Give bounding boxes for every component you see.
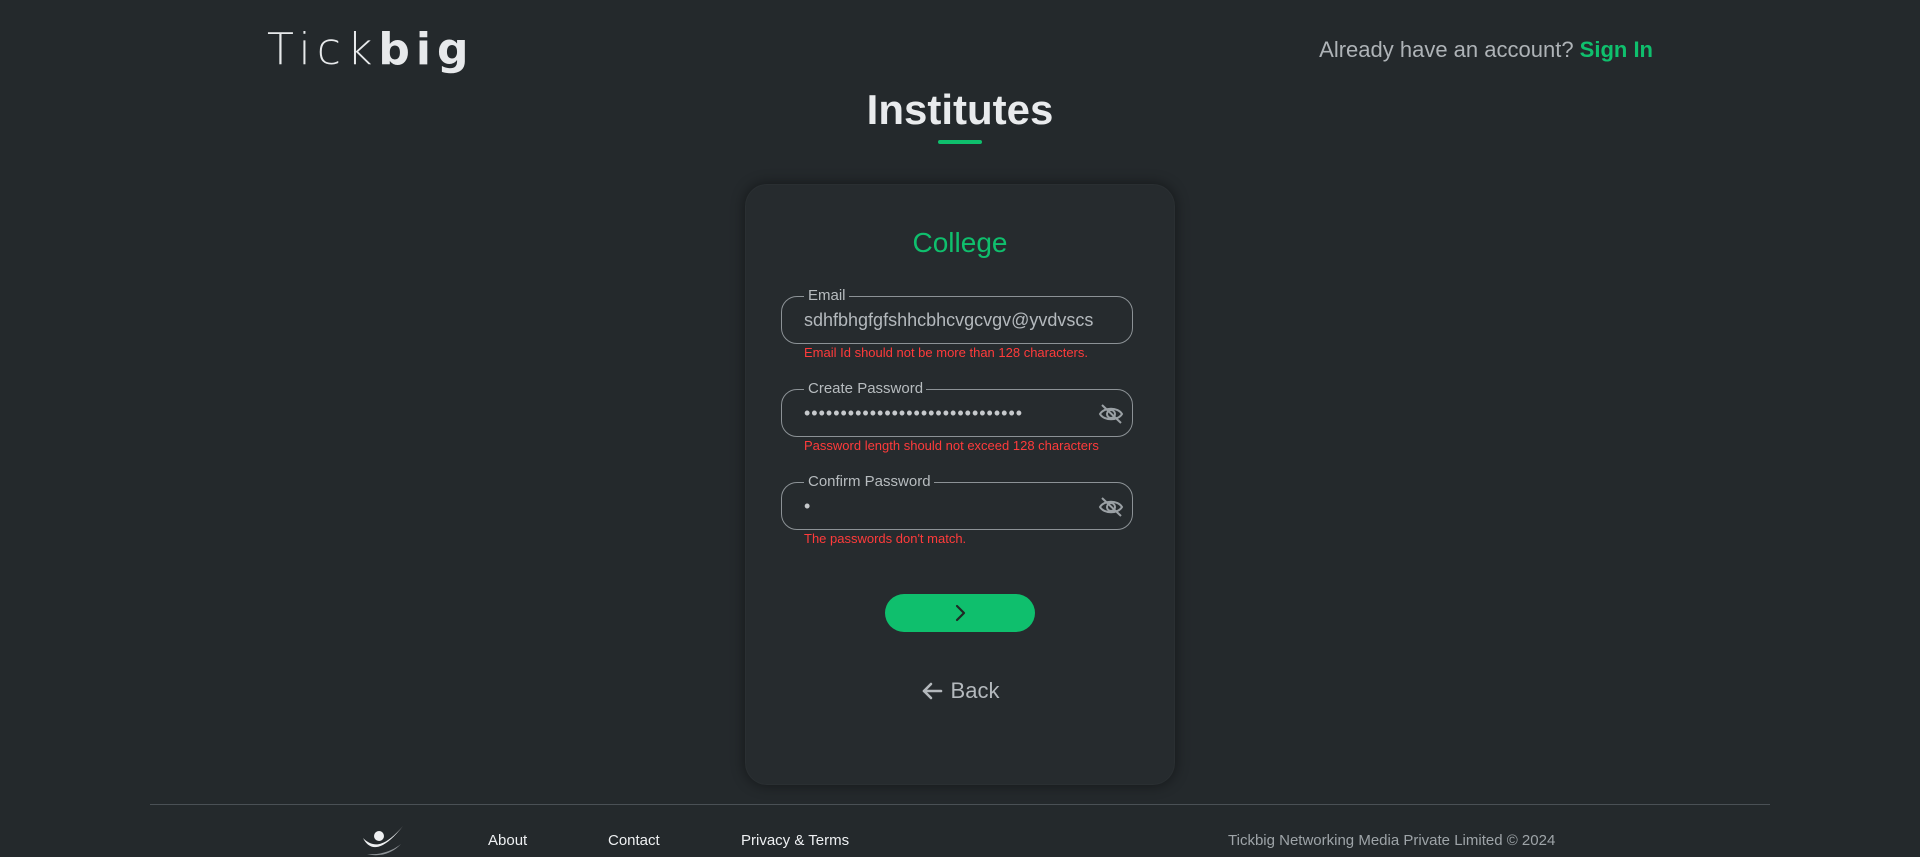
signin-prompt: Already have an account? Sign In — [1319, 37, 1653, 63]
chevron-right-icon — [955, 604, 966, 622]
confirm-password-field[interactable]: Confirm Password • — [781, 473, 1133, 530]
email-input[interactable] — [804, 308, 1104, 332]
confirm-password-input[interactable]: • — [804, 495, 1104, 517]
back-label: Back — [950, 678, 1000, 703]
logo-text-bold: big — [378, 24, 475, 75]
email-error: Email Id should not be more than 128 cha… — [804, 345, 1088, 360]
eye-off-icon[interactable] — [1098, 495, 1124, 519]
create-password-input[interactable]: •••••••••••••••••••••••••••••• — [804, 402, 1104, 424]
tickbig-logo[interactable]: Tickbig — [267, 24, 475, 76]
email-label: Email — [804, 287, 849, 305]
confirm-password-label: Confirm Password — [804, 473, 934, 491]
card-title: College — [912, 227, 1008, 258]
next-button[interactable] — [885, 594, 1035, 632]
signup-card: College Email Email Id should not be mor… — [745, 184, 1175, 785]
create-password-field[interactable]: Create Password ••••••••••••••••••••••••… — [781, 380, 1133, 437]
logo-text-light: Tick — [267, 24, 379, 75]
signin-prompt-text: Already have an account? — [1319, 37, 1580, 62]
page-title: Institutes — [866, 86, 1054, 133]
title-underline — [938, 140, 982, 144]
back-button[interactable]: Back — [745, 678, 1175, 704]
eye-off-icon[interactable] — [1098, 402, 1124, 426]
footer-link-privacy-terms[interactable]: Privacy & Terms — [741, 832, 849, 850]
confirm-password-error: The passwords don't match. — [804, 531, 967, 546]
tickbig-logo-icon[interactable] — [361, 824, 405, 857]
footer-divider — [150, 804, 1770, 805]
email-field[interactable]: Email — [781, 287, 1133, 344]
create-password-label: Create Password — [804, 380, 927, 398]
signin-link[interactable]: Sign In — [1580, 37, 1653, 62]
footer-link-about[interactable]: About — [488, 832, 527, 850]
page: Tickbig Already have an account? Sign In… — [0, 0, 1920, 857]
create-password-error: Password length should not exceed 128 ch… — [804, 438, 1099, 453]
footer-link-contact[interactable]: Contact — [608, 832, 660, 850]
arrow-left-icon — [922, 682, 942, 700]
copyright-text: Tickbig Networking Media Private Limited… — [1228, 832, 1556, 849]
